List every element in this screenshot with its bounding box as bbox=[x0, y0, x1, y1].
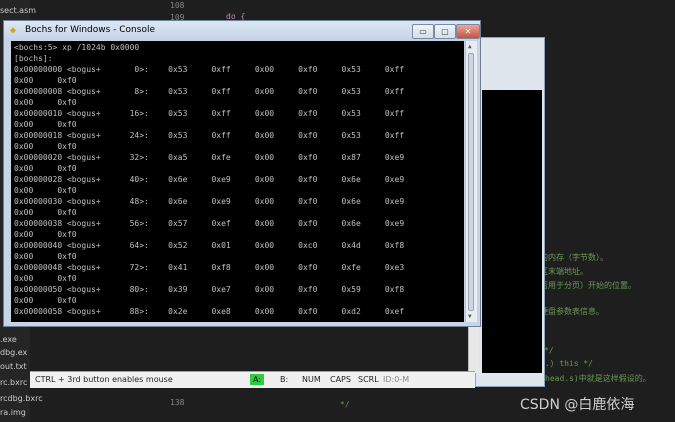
console-line: 0x00 0xf0 bbox=[14, 252, 77, 261]
console-line: 0x00000010 <bogus+ 16>: 0x53 0xff 0x00 0… bbox=[14, 109, 405, 118]
file-item[interactable]: sect.asm bbox=[0, 6, 36, 15]
file-item[interactable]: dbg.ex bbox=[0, 348, 27, 357]
console-line: 0x00000050 <bogus+ 80>: 0x39 0xe7 0x00 0… bbox=[14, 285, 405, 294]
console-line: 0x00000008 <bogus+ 8>: 0x53 0xff 0x00 0x… bbox=[14, 87, 405, 96]
file-item[interactable]: rcdbg.bxrc bbox=[0, 394, 43, 403]
console-line: 0x00000028 <bogus+ 40>: 0x6e 0xe9 0x00 0… bbox=[14, 175, 405, 184]
console-line: 0x00000030 <bogus+ 48>: 0x6e 0xe9 0x00 0… bbox=[14, 197, 405, 206]
scroll-up-icon[interactable]: ▲ bbox=[468, 43, 472, 50]
console-line: 0x00 0xf0 bbox=[14, 230, 77, 239]
file-item[interactable]: .exe bbox=[0, 335, 17, 344]
code-comment: 区末端地址。 bbox=[540, 267, 588, 276]
console-line: 0x00 0xf0 bbox=[14, 98, 77, 107]
bochs-status-bar: CTRL + 3rd button enables mouse A: B: NU… bbox=[30, 371, 475, 388]
window-title: Bochs for Windows - Console bbox=[25, 25, 155, 35]
code-comment: */ bbox=[340, 400, 350, 409]
console-titlebar[interactable]: ◆ Bochs for Windows - Console ▭ ▢ ✕ bbox=[4, 21, 480, 41]
restore-button[interactable]: ▢ bbox=[434, 24, 456, 39]
drive-a-indicator: A: bbox=[250, 374, 265, 385]
file-item[interactable]: out.txt bbox=[0, 362, 27, 371]
console-line: 0x00 0xf0 bbox=[14, 208, 77, 217]
caps-lock-indicator: CAPS bbox=[330, 375, 351, 384]
console-line: 0x00 0xf0 bbox=[14, 76, 77, 85]
code-comment: ..) this */ bbox=[540, 359, 593, 368]
console-line: 0x00000020 <bogus+ 32>: 0xa5 0xfe 0x00 0… bbox=[14, 153, 405, 162]
bochs-app-icon: ◆ bbox=[10, 25, 17, 36]
id-indicator: ID:0-M bbox=[383, 375, 410, 384]
console-line: 0x00 0xf0 bbox=[14, 274, 77, 283]
csdn-watermark: CSDN @白鹿依海 bbox=[520, 397, 635, 413]
line-number: 108 bbox=[170, 1, 185, 10]
console-window[interactable]: ◆ Bochs for Windows - Console ▭ ▢ ✕ <boc… bbox=[3, 20, 481, 327]
bochs-display-screen bbox=[482, 90, 542, 373]
console-line: 0x00000048 <bogus+ 72>: 0x41 0xf8 0x00 0… bbox=[14, 263, 405, 272]
mouse-hint: CTRL + 3rd button enables mouse bbox=[35, 375, 173, 384]
console-output[interactable]: <bochs:5> xp /1024b 0x0000 [bochs]: 0x00… bbox=[11, 41, 464, 322]
console-line: 0x00 0xf0 bbox=[14, 186, 77, 195]
code-comment: 否用于分页）开始的位置。 bbox=[540, 281, 636, 290]
drive-b-indicator: B: bbox=[280, 375, 289, 384]
code-comment: */ bbox=[544, 346, 554, 355]
console-line: <bochs:5> xp /1024b 0x0000 bbox=[14, 43, 140, 52]
line-number: 138 bbox=[170, 398, 185, 407]
scroll-down-icon[interactable]: ▼ bbox=[468, 313, 472, 320]
console-line: 0x00 0xf0 bbox=[14, 120, 77, 129]
console-line: 0x00000000 <bogus+ 0>: 0x53 0xff 0x00 0x… bbox=[14, 65, 405, 74]
console-line: 0x00 0xf0 bbox=[14, 142, 77, 151]
console-line: 0x00000040 <bogus+ 64>: 0x52 0x01 0x00 0… bbox=[14, 241, 405, 250]
code-comment: 的内存（字节数）。 bbox=[540, 253, 608, 262]
console-line: 0x00 0xf0 bbox=[14, 164, 77, 173]
file-item[interactable]: ra.img bbox=[0, 408, 26, 417]
scroll-lock-indicator: SCRL bbox=[358, 375, 379, 384]
close-button[interactable]: ✕ bbox=[456, 24, 480, 39]
scrollbar-thumb[interactable] bbox=[468, 53, 474, 311]
file-item[interactable]: rc.bxrc bbox=[0, 378, 27, 387]
console-line: 0x00000018 <bogus+ 24>: 0x53 0xff 0x00 0… bbox=[14, 131, 405, 140]
minimize-button[interactable]: ▭ bbox=[412, 24, 434, 39]
code-comment: 硬盘参数表信息。 bbox=[540, 307, 604, 316]
console-line: 0x00000058 <bogus+ 88>: 0x2e 0xe8 0x00 0… bbox=[14, 307, 405, 316]
code-comment: head.s)中就是这样假设的。 bbox=[545, 374, 651, 383]
console-line: [bochs]: bbox=[14, 54, 53, 63]
num-lock-indicator: NUM bbox=[302, 375, 321, 384]
console-line: 0x00 0xf0 bbox=[14, 296, 77, 305]
console-scrollbar[interactable]: ▲ ▼ bbox=[465, 41, 477, 322]
console-line: 0x00000038 <bogus+ 56>: 0x57 0xef 0x00 0… bbox=[14, 219, 405, 228]
